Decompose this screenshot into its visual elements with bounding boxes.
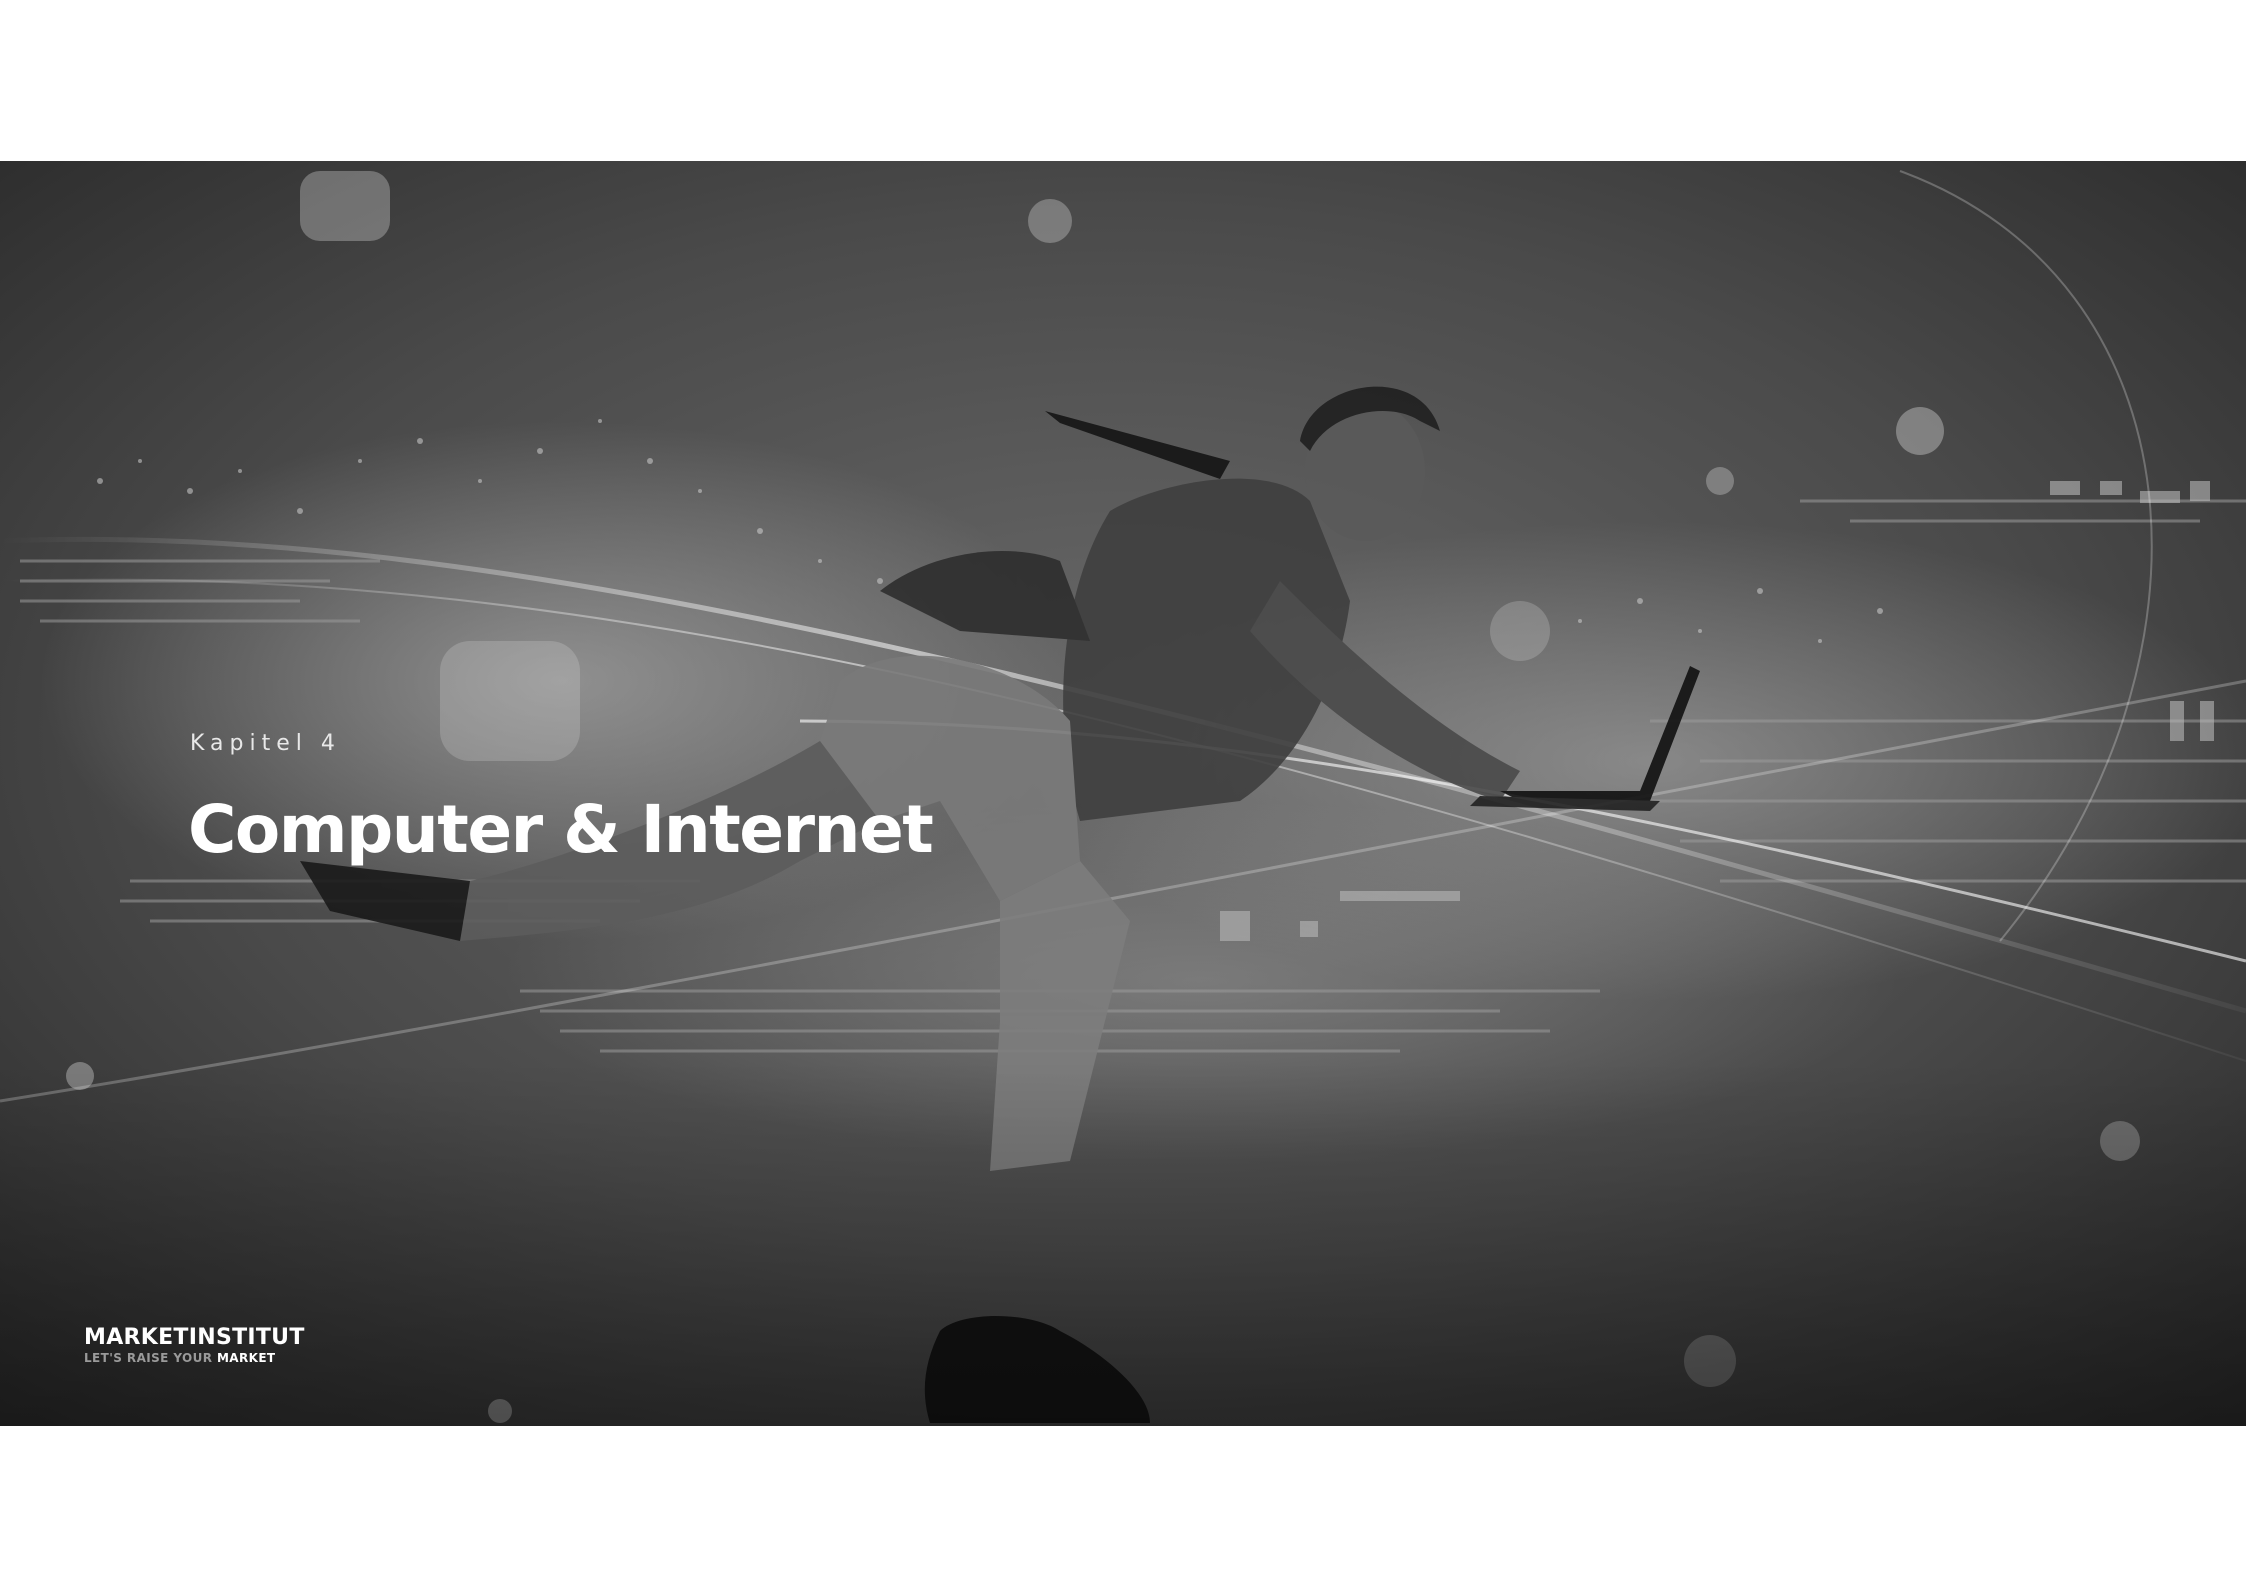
- hero-image: Kapitel 4 Computer & Internet MARKETINST…: [0, 161, 2246, 1426]
- brand-tagline-prefix: LET'S RAISE YOUR: [84, 1351, 217, 1365]
- chapter-title: Computer & Internet: [188, 791, 934, 868]
- brand-name: MARKETINSTITUT: [84, 1325, 305, 1350]
- chapter-label: Kapitel 4: [190, 731, 341, 756]
- brand-tagline-emphasis: MARKET: [216, 1351, 276, 1365]
- brand-logo: MARKETINSTITUT LET'S RAISE YOUR MARKET: [84, 1326, 305, 1366]
- brand-tagline: LET'S RAISE YOUR MARKET: [84, 1350, 305, 1366]
- slide-page: Kapitel 4 Computer & Internet MARKETINST…: [0, 0, 2246, 1588]
